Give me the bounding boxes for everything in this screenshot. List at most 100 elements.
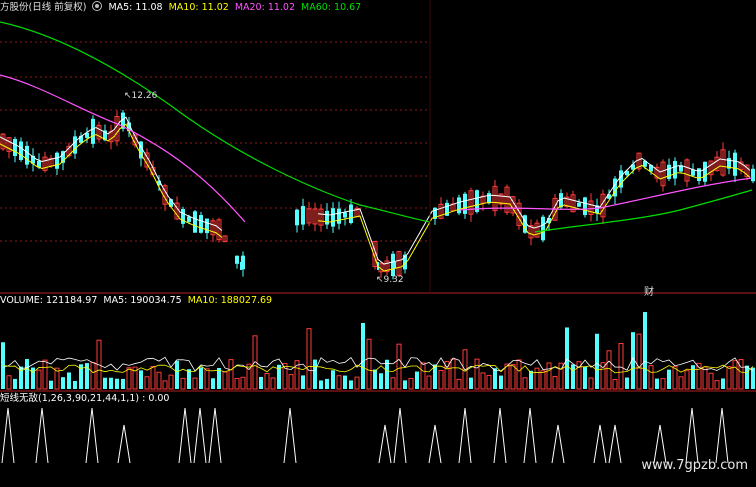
volume-bar bbox=[115, 378, 119, 389]
candle-body bbox=[703, 161, 707, 182]
volume-bar bbox=[217, 367, 221, 389]
volume-bar bbox=[301, 375, 305, 389]
volume-bar bbox=[583, 366, 587, 389]
high-price-label: ↖12.26 bbox=[124, 91, 158, 101]
low-price-value: 9.32 bbox=[383, 275, 404, 285]
volume-bar bbox=[745, 365, 749, 389]
volume-bar bbox=[396, 343, 402, 390]
indicator-spike bbox=[608, 424, 622, 464]
volume-bar bbox=[726, 366, 732, 390]
volume-ma10-value: MA10: 188027.69 bbox=[187, 295, 273, 306]
candle-body bbox=[349, 204, 353, 224]
indicator-spike bbox=[35, 407, 49, 464]
volume-bar bbox=[336, 375, 342, 390]
chart-title: 方股份(日线 前复权) bbox=[0, 2, 87, 13]
candle-body bbox=[25, 145, 29, 165]
volume-ma5-value: MA5: 190034.75 bbox=[103, 295, 182, 306]
volume-bar bbox=[264, 373, 270, 390]
volume-bar bbox=[73, 380, 77, 389]
volume-bar bbox=[168, 374, 174, 390]
volume-bar bbox=[456, 378, 462, 390]
volume-bar bbox=[469, 377, 473, 389]
indicator-header: 短线无敌(1,26,3,90,21,44,1,1) : 0.00 bbox=[0, 393, 175, 405]
volume-bar bbox=[25, 359, 29, 389]
volume-bar bbox=[162, 380, 168, 390]
volume-bar bbox=[721, 378, 725, 389]
volume-bar bbox=[450, 358, 456, 390]
indicator-spike bbox=[378, 424, 392, 464]
candle-body bbox=[55, 152, 59, 169]
candle-body bbox=[343, 212, 347, 218]
indicator-spikes bbox=[1, 407, 729, 464]
indicator-spike bbox=[428, 424, 442, 464]
volume-bar bbox=[67, 372, 71, 389]
volume-bar bbox=[90, 362, 96, 390]
volume-bar bbox=[228, 359, 234, 390]
volume-bar bbox=[660, 378, 666, 390]
volume-bar bbox=[121, 378, 125, 389]
volume-bar bbox=[595, 333, 599, 389]
volume-bar bbox=[199, 367, 203, 389]
candle-body bbox=[205, 218, 209, 234]
low-price-label: ↖9.32 bbox=[376, 275, 404, 285]
candle-body bbox=[541, 216, 545, 241]
volume-bars bbox=[1, 312, 755, 390]
volume-value: VOLUME: 121184.97 bbox=[0, 295, 98, 306]
volume-bar bbox=[667, 369, 671, 389]
indicator-spike bbox=[193, 407, 207, 464]
volume-bar bbox=[636, 333, 642, 390]
volume-bar bbox=[175, 360, 179, 389]
volume-bar bbox=[6, 375, 12, 390]
volume-bar bbox=[354, 376, 360, 390]
volume-bar bbox=[36, 369, 42, 390]
volume-bar bbox=[691, 365, 695, 389]
volume-bar bbox=[655, 378, 659, 389]
volume-bar bbox=[684, 370, 690, 390]
indicator-spike bbox=[458, 407, 472, 464]
volume-bar bbox=[708, 372, 714, 390]
indicator-spike bbox=[1, 407, 15, 464]
candle-body bbox=[487, 193, 491, 204]
candle-body bbox=[301, 206, 305, 225]
volume-bar bbox=[606, 350, 612, 390]
ma20-value: MA20: 11.02 bbox=[234, 2, 296, 13]
volume-bar bbox=[150, 366, 156, 390]
candle-body bbox=[13, 139, 17, 156]
volume-bar bbox=[126, 367, 132, 390]
panel-separators bbox=[0, 0, 756, 392]
volume-bar bbox=[420, 362, 426, 390]
volume-bar bbox=[270, 377, 276, 390]
price-header: 方股份(日线 前复权) MA5: 11.08 MA10: 11.02 MA20: 11… bbox=[0, 1, 367, 14]
candle-body bbox=[325, 210, 329, 225]
price-candles bbox=[0, 109, 755, 280]
settings-circle-icon[interactable] bbox=[92, 1, 103, 11]
volume-bar bbox=[180, 377, 186, 390]
indicator-spike bbox=[493, 407, 507, 464]
candle-body bbox=[199, 215, 203, 233]
watermark: www.7gpzb.com bbox=[641, 458, 748, 473]
volume-bar bbox=[49, 380, 53, 389]
indicator-spike bbox=[85, 407, 99, 464]
volume-bar bbox=[415, 371, 419, 389]
candlestick-chart[interactable] bbox=[0, 0, 756, 487]
volume-bar bbox=[319, 380, 323, 389]
volume-bar bbox=[546, 362, 552, 390]
volume-bar bbox=[349, 380, 353, 389]
volume-bar bbox=[259, 376, 263, 389]
volume-bar bbox=[438, 369, 444, 390]
indicator-spike bbox=[715, 407, 729, 464]
ma60-line bbox=[0, 21, 431, 223]
volume-bar bbox=[702, 366, 708, 390]
indicator-spike bbox=[551, 424, 565, 464]
volume-bar bbox=[325, 378, 329, 389]
ma60-line bbox=[534, 189, 753, 233]
indicator-spike bbox=[685, 407, 699, 464]
candle-body bbox=[193, 211, 197, 233]
finance-marker[interactable]: 财 bbox=[644, 283, 654, 298]
volume-bar bbox=[234, 377, 240, 390]
high-price-value: 12.26 bbox=[131, 91, 158, 101]
volume-bar bbox=[192, 377, 198, 390]
volume-bar bbox=[403, 380, 407, 389]
volume-bar bbox=[522, 377, 528, 390]
volume-bar bbox=[540, 370, 546, 390]
